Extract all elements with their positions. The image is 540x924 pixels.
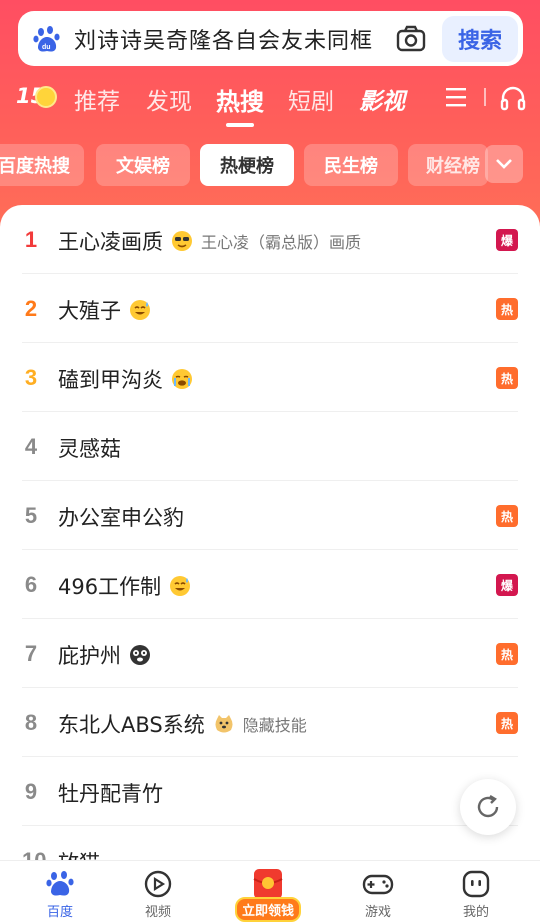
search-bar[interactable]: du 刘诗诗吴奇隆各自会友未同框 搜索 bbox=[18, 11, 523, 66]
bottom-nav-baidu[interactable]: 百度 bbox=[20, 861, 100, 924]
baidu-paw-icon: du bbox=[33, 25, 60, 52]
headphones-icon[interactable] bbox=[499, 84, 527, 112]
hot-title: 牡丹配青竹 bbox=[58, 778, 163, 808]
tab-hot-search[interactable]: 热搜 bbox=[216, 82, 264, 127]
refresh-button[interactable] bbox=[460, 779, 516, 835]
sweat-smile-emoji-icon bbox=[169, 575, 191, 597]
svg-text:du: du bbox=[42, 44, 51, 51]
hot-list-item[interactable]: 8 东北人ABS系统 隐藏技能 热 bbox=[22, 688, 518, 757]
hot-title-text: 496工作制 bbox=[58, 575, 162, 599]
search-input[interactable]: 刘诗诗吴奇隆各自会友未同框 bbox=[74, 23, 384, 55]
hot-badge: 热 bbox=[496, 367, 518, 389]
hot-title-text: 灵感菇 bbox=[58, 437, 121, 461]
rank-number: 4 bbox=[24, 434, 38, 459]
hot-title: 东北人ABS系统 隐藏技能 bbox=[58, 709, 307, 739]
rank-number: 9 bbox=[24, 779, 38, 804]
category-meme[interactable]: 热梗榜 bbox=[200, 144, 294, 186]
boom-badge: 爆 bbox=[496, 229, 518, 251]
nav-divider bbox=[484, 88, 486, 106]
rank-number: 2 bbox=[24, 296, 38, 321]
rank-number: 7 bbox=[24, 641, 38, 666]
category-bar: 百度热搜 文娱榜 热梗榜 民生榜 财经榜 bbox=[0, 144, 540, 186]
tab-recommend[interactable]: 推荐 bbox=[74, 82, 120, 116]
hot-title-text: 庇护州 bbox=[58, 644, 121, 668]
hot-title-text: 王心凌画质 bbox=[58, 230, 163, 254]
hot-list-item[interactable]: 5 办公室申公豹 热 bbox=[22, 481, 518, 550]
sunglasses-emoji-icon bbox=[171, 230, 193, 252]
gamepad-icon bbox=[362, 874, 394, 895]
category-baidu-hot[interactable]: 百度热搜 bbox=[0, 144, 84, 186]
red-envelope-icon bbox=[253, 869, 283, 899]
coin-badge[interactable]: 15 bbox=[16, 84, 57, 108]
crying-emoji-icon bbox=[171, 368, 193, 390]
bottom-nav: 百度 视频 立即领钱 游戏 我的 bbox=[0, 860, 540, 924]
rank-number: 8 bbox=[24, 710, 38, 735]
hot-list: 1 王心凌画质 王心凌（霸总版）画质爆 2 大殖子热 3 磕到甲沟炎热 4 灵感菇 5 办公室申公豹… bbox=[0, 205, 540, 885]
bottom-nav-label: 游戏 bbox=[364, 905, 391, 920]
hot-list-item[interactable]: 3 磕到甲沟炎 热 bbox=[22, 343, 518, 412]
hot-title-text: 东北人ABS系统 bbox=[58, 713, 205, 737]
bottom-nav-games[interactable]: 游戏 bbox=[338, 861, 418, 924]
baidu-paw-icon bbox=[46, 871, 74, 896]
hot-title: 办公室申公豹 bbox=[58, 502, 184, 532]
hot-badge: 热 bbox=[496, 712, 518, 734]
hot-badge: 热 bbox=[496, 298, 518, 320]
category-entertainment[interactable]: 文娱榜 bbox=[96, 144, 190, 186]
sweat-smile-emoji-icon bbox=[129, 299, 151, 321]
tab-discover[interactable]: 发现 bbox=[146, 82, 192, 116]
bottom-nav-label: 视频 bbox=[144, 905, 171, 920]
tab-film-tv[interactable]: 影视 bbox=[359, 82, 405, 116]
dizzy-emoji-icon bbox=[129, 644, 151, 666]
bottom-nav-earn-money[interactable]: 立即领钱 bbox=[228, 861, 308, 924]
category-livelihood[interactable]: 民生榜 bbox=[304, 144, 398, 186]
bottom-nav-label: 我的 bbox=[462, 905, 489, 920]
hot-list-item[interactable]: 9 牡丹配青竹 bbox=[22, 757, 518, 826]
bottom-nav-video[interactable]: 视频 bbox=[118, 861, 198, 924]
rank-number: 3 bbox=[24, 365, 38, 390]
play-icon bbox=[144, 870, 172, 898]
search-button[interactable]: 搜索 bbox=[442, 15, 518, 62]
hot-list-item[interactable]: 7 庇护州 热 bbox=[22, 619, 518, 688]
hot-title: 王心凌画质 王心凌（霸总版）画质 bbox=[58, 226, 361, 256]
coin-icon bbox=[35, 86, 57, 108]
hot-title-text: 磕到甲沟炎 bbox=[58, 368, 163, 392]
profile-face-icon bbox=[462, 870, 490, 898]
bottom-nav-mine[interactable]: 我的 bbox=[436, 861, 516, 924]
doge-emoji-icon bbox=[213, 713, 235, 735]
hot-title: 灵感菇 bbox=[58, 433, 121, 463]
camera-icon[interactable] bbox=[394, 22, 428, 56]
hot-title: 496工作制 bbox=[58, 571, 191, 601]
hot-title: 大殖子 bbox=[58, 295, 151, 325]
bottom-nav-label: 立即领钱 bbox=[234, 897, 301, 922]
hot-list-item[interactable]: 6 496工作制 爆 bbox=[22, 550, 518, 619]
hot-list-item[interactable]: 1 王心凌画质 王心凌（霸总版）画质 爆 bbox=[22, 205, 518, 274]
bottom-nav-label: 百度 bbox=[46, 905, 73, 920]
hot-badge: 热 bbox=[496, 505, 518, 527]
category-finance[interactable]: 财经榜 bbox=[408, 144, 488, 186]
menu-icon[interactable] bbox=[444, 86, 468, 108]
hot-title-text: 办公室申公豹 bbox=[58, 506, 184, 530]
top-nav: 15 推荐 发现 热搜 短剧 影视 bbox=[0, 76, 540, 127]
hot-title-text: 牡丹配青竹 bbox=[58, 782, 163, 806]
hot-title: 磕到甲沟炎 bbox=[58, 364, 193, 394]
refresh-icon bbox=[477, 794, 499, 818]
hot-badge: 热 bbox=[496, 643, 518, 665]
chevron-down-icon bbox=[496, 159, 512, 169]
hot-title-text: 大殖子 bbox=[58, 299, 121, 323]
rank-number: 6 bbox=[24, 572, 38, 597]
expand-categories-button[interactable] bbox=[485, 145, 523, 183]
boom-badge: 爆 bbox=[496, 574, 518, 596]
rank-number: 1 bbox=[24, 227, 38, 252]
hot-title: 庇护州 bbox=[58, 640, 151, 670]
rank-number: 5 bbox=[24, 503, 38, 528]
hot-subtitle: 隐藏技能 bbox=[242, 716, 307, 735]
hot-list-item[interactable]: 2 大殖子 热 bbox=[22, 274, 518, 343]
hot-subtitle: 王心凌（霸总版）画质 bbox=[201, 233, 362, 252]
hot-list-item[interactable]: 4 灵感菇 bbox=[22, 412, 518, 481]
tab-short-drama[interactable]: 短剧 bbox=[288, 82, 334, 116]
